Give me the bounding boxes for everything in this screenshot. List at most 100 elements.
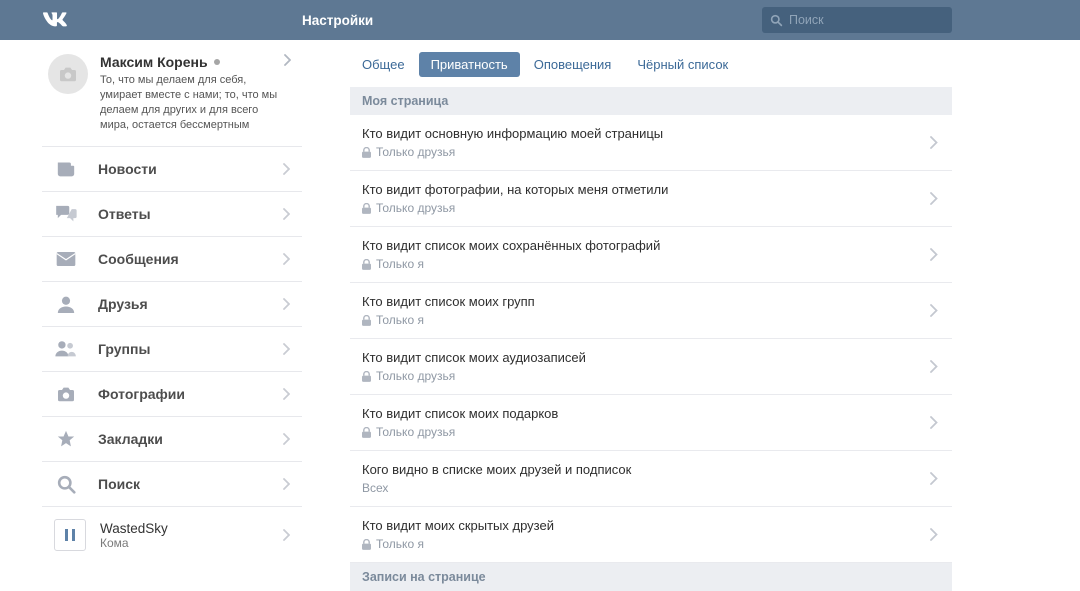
chevron-right-icon	[930, 192, 938, 205]
sidebar-item-groups[interactable]: Группы	[42, 327, 302, 372]
privacy-row[interactable]: Кто видит список моих аудиозаписей Тольк…	[350, 339, 952, 395]
tab-blacklist[interactable]: Чёрный список	[625, 52, 740, 77]
section-header: Моя страница	[350, 87, 952, 115]
search-box[interactable]: Поиск	[762, 7, 952, 33]
privacy-row[interactable]: Кто видит моих скрытых друзей Только я	[350, 507, 952, 563]
tab-notify[interactable]: Оповещения	[522, 52, 624, 77]
chevron-right-icon	[283, 298, 290, 310]
lock-icon	[362, 371, 371, 382]
sidebar-item-photos[interactable]: Фотографии	[42, 372, 302, 417]
privacy-row-value: Только друзья	[362, 201, 930, 215]
chevron-right-icon	[283, 478, 290, 490]
sidebar-item-label: Новости	[98, 161, 283, 177]
tab-general[interactable]: Общее	[350, 52, 417, 77]
sidebar-item-label: Закладки	[98, 431, 283, 447]
topbar: Настройки Поиск	[0, 0, 1080, 40]
privacy-row-title: Кто видит список моих групп	[362, 294, 930, 309]
section-header: Записи на странице	[350, 563, 952, 591]
privacy-row-value: Только я	[362, 313, 930, 327]
chevron-right-icon	[283, 388, 290, 400]
sidebar-item-news[interactable]: Новости	[42, 147, 302, 192]
profile-block[interactable]: Максим Корень То, что мы делаем для себя…	[42, 40, 302, 147]
sidebar-item-label: Фотографии	[98, 386, 283, 402]
privacy-row-value: Только друзья	[362, 369, 930, 383]
messages-icon	[54, 252, 78, 266]
privacy-row-value: Только друзья	[362, 145, 930, 159]
privacy-row-value: Только друзья	[362, 425, 930, 439]
page-header-title: Настройки	[302, 13, 373, 28]
tabs-bar: ОбщееПриватностьОповещенияЧёрный список	[350, 40, 952, 87]
privacy-row-title: Кого видно в списке моих друзей и подпис…	[362, 462, 930, 477]
online-dot-icon	[214, 59, 220, 65]
sidebar-item-replies[interactable]: Ответы	[42, 192, 302, 237]
sidebar-item-label: Поиск	[98, 476, 283, 492]
sidebar-item-search[interactable]: Поиск	[42, 462, 302, 507]
chevron-right-icon	[284, 54, 292, 66]
profile-name-text: Максим Корень	[100, 54, 208, 70]
privacy-row-title: Кто видит фотографии, на которых меня от…	[362, 182, 930, 197]
chevron-right-icon	[930, 472, 938, 485]
privacy-row-title: Кто видит моих скрытых друзей	[362, 518, 930, 533]
chevron-right-icon	[930, 304, 938, 317]
sidebar-item-messages[interactable]: Сообщения	[42, 237, 302, 282]
chevron-right-icon	[283, 529, 290, 541]
chevron-right-icon	[930, 416, 938, 429]
chevron-right-icon	[283, 343, 290, 355]
privacy-row-value: Только я	[362, 257, 930, 271]
search-icon	[54, 475, 78, 494]
groups-icon	[54, 340, 78, 358]
chevron-right-icon	[930, 528, 938, 541]
privacy-row-value: Всех	[362, 481, 930, 495]
sidebar-item-bookmarks[interactable]: Закладки	[42, 417, 302, 462]
privacy-row-title: Кто видит список моих аудиозаписей	[362, 350, 930, 365]
chevron-right-icon	[930, 248, 938, 261]
lock-icon	[362, 259, 371, 270]
sidebar-item-label: Группы	[98, 341, 283, 357]
chevron-right-icon	[283, 433, 290, 445]
tab-privacy[interactable]: Приватность	[419, 52, 520, 77]
lock-icon	[362, 539, 371, 550]
replies-icon	[54, 205, 78, 223]
search-placeholder: Поиск	[789, 13, 824, 27]
privacy-row-title: Кто видит список моих подарков	[362, 406, 930, 421]
privacy-row-value: Только я	[362, 537, 930, 551]
chevron-right-icon	[930, 136, 938, 149]
privacy-row[interactable]: Кто видит список моих групп Только я	[350, 283, 952, 339]
search-icon	[770, 14, 783, 27]
camera-icon	[58, 66, 78, 82]
vk-logo[interactable]	[42, 12, 302, 29]
chevron-right-icon	[283, 253, 290, 265]
lock-icon	[362, 315, 371, 326]
player-track-title: WastedSky	[100, 521, 283, 536]
lock-icon	[362, 147, 371, 158]
pause-icon	[65, 529, 75, 541]
privacy-row[interactable]: Кто видит основную информацию моей стран…	[350, 115, 952, 171]
lock-icon	[362, 203, 371, 214]
player-track-subtitle: Кома	[100, 536, 283, 550]
chevron-right-icon	[283, 208, 290, 220]
audio-player[interactable]: WastedSky Кома	[42, 507, 302, 567]
privacy-row[interactable]: Кто видит список моих сохранённых фотогр…	[350, 227, 952, 283]
chevron-right-icon	[283, 163, 290, 175]
privacy-row[interactable]: Кого видно в списке моих друзей и подпис…	[350, 451, 952, 507]
chevron-right-icon	[930, 360, 938, 373]
privacy-row-title: Кто видит основную информацию моей стран…	[362, 126, 930, 141]
privacy-row[interactable]: Кто видит список моих подарков Только др…	[350, 395, 952, 451]
photos-icon	[54, 386, 78, 402]
profile-name: Максим Корень	[100, 54, 284, 70]
pause-button[interactable]	[54, 519, 86, 551]
profile-status: То, что мы делаем для себя, умирает вмес…	[100, 73, 284, 132]
bookmarks-icon	[54, 430, 78, 448]
sidebar-item-friends[interactable]: Друзья	[42, 282, 302, 327]
sidebar-item-label: Ответы	[98, 206, 283, 222]
sidebar-item-label: Друзья	[98, 296, 283, 312]
sidebar-item-label: Сообщения	[98, 251, 283, 267]
news-icon	[54, 160, 78, 178]
main: ОбщееПриватностьОповещенияЧёрный список …	[302, 40, 952, 591]
lock-icon	[362, 427, 371, 438]
avatar	[48, 54, 88, 94]
privacy-row-title: Кто видит список моих сохранённых фотогр…	[362, 238, 930, 253]
friends-icon	[54, 295, 78, 313]
sidebar: Максим Корень То, что мы делаем для себя…	[42, 40, 302, 591]
privacy-row[interactable]: Кто видит фотографии, на которых меня от…	[350, 171, 952, 227]
